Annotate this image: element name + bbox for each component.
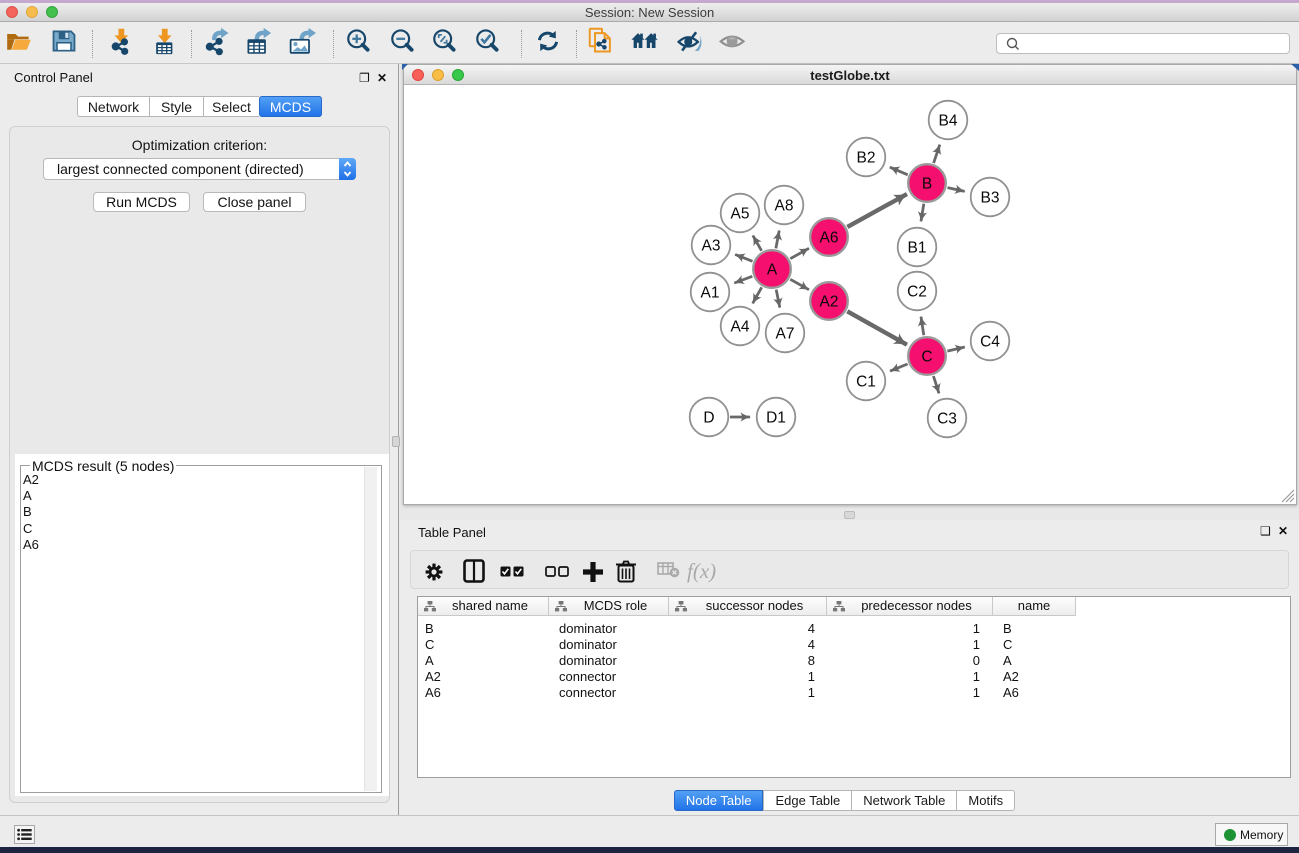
svg-text:B1: B1: [908, 240, 927, 257]
svg-text:A7: A7: [776, 326, 795, 343]
svg-text:f(x): f(x): [687, 559, 716, 583]
svg-text:B: B: [922, 176, 932, 193]
svg-text:C1: C1: [856, 374, 876, 391]
svg-text:A: A: [767, 262, 778, 279]
svg-text:B4: B4: [939, 113, 958, 130]
svg-text:A4: A4: [731, 319, 750, 336]
svg-text:D1: D1: [766, 410, 786, 427]
svg-text:C2: C2: [907, 284, 927, 301]
svg-text:A8: A8: [775, 198, 794, 215]
svg-text:A5: A5: [731, 206, 750, 223]
svg-text:C: C: [921, 349, 932, 366]
svg-text:A2: A2: [820, 294, 839, 311]
svg-text:D: D: [703, 410, 714, 427]
svg-text:A3: A3: [702, 238, 721, 255]
svg-text:C4: C4: [980, 334, 1000, 351]
svg-text:B3: B3: [981, 190, 1000, 207]
svg-text:A1: A1: [701, 285, 720, 302]
svg-text:C3: C3: [937, 411, 957, 428]
svg-text:B2: B2: [857, 150, 876, 167]
svg-text:A6: A6: [820, 230, 839, 247]
